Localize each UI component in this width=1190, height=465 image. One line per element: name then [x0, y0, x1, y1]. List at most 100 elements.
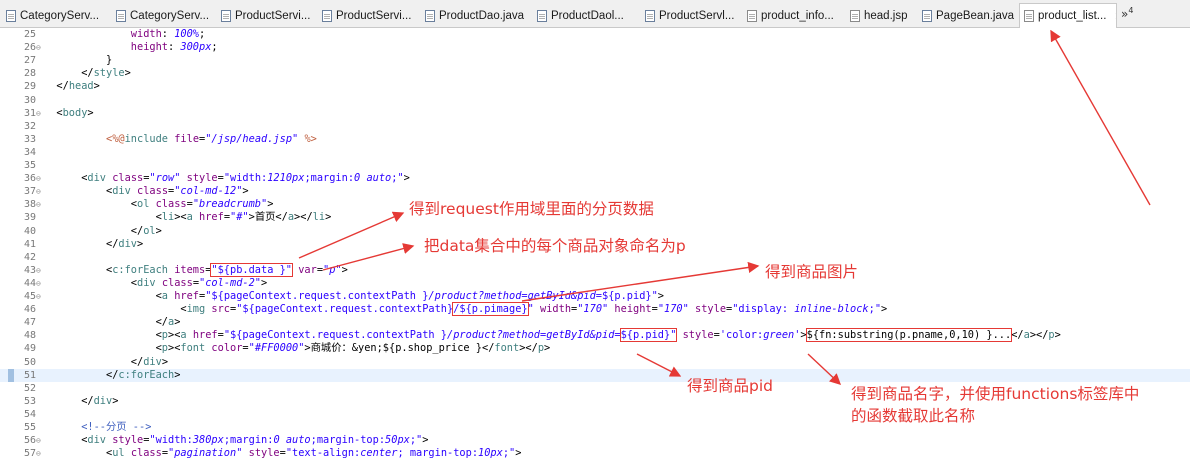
tab-label: ProductServi... [336, 9, 412, 22]
code-line[interactable]: 57 ⊖ <ul class="pagination" style="text-a… [0, 447, 1190, 460]
code-text[interactable]: <p><a href="${pageContext.request.contex… [44, 328, 1061, 343]
line-number: 32 [23, 120, 36, 132]
code-text[interactable]: } [44, 54, 112, 67]
code-line[interactable]: 30 [0, 94, 1190, 107]
line-number: 29 [23, 81, 36, 93]
line-number: 26 [23, 42, 36, 54]
code-line[interactable]: 44 ⊖ <div class="col-md-2"> [0, 277, 1190, 290]
code-line[interactable]: 33 <%@include file="/jsp/head.jsp" %> [0, 133, 1190, 146]
line-number: 35 [23, 160, 36, 171]
java-file-icon [221, 9, 231, 22]
editor-tab[interactable]: ProductDaol... [535, 4, 638, 27]
code-text[interactable]: <p><font color="#FF0000">商城价：&yen;${p.sh… [44, 342, 551, 355]
line-number: 34 [23, 146, 36, 158]
fold-toggle-icon[interactable]: ⊖ [36, 198, 44, 211]
code-text[interactable]: </div> [44, 356, 168, 369]
editor-tab[interactable]: CategoryServ... [4, 4, 107, 27]
code-text[interactable]: <body> [44, 107, 93, 120]
code-line[interactable]: 31 ⊖ <body> [0, 107, 1190, 120]
code-text[interactable]: <!--分页 --> [44, 421, 151, 434]
code-text[interactable]: </div> [44, 395, 118, 408]
code-text[interactable]: </style> [44, 67, 131, 80]
code-text[interactable]: <c:forEach items="${pb.data }" var="p"> [44, 262, 348, 277]
code-text[interactable]: </a> [44, 316, 181, 329]
code-text[interactable]: <img src="${pageContext.request.contextP… [44, 302, 887, 317]
fold-toggle-icon[interactable]: ⊖ [36, 434, 44, 447]
code-line[interactable]: 50 </div> [0, 356, 1190, 369]
code-line[interactable]: 32 [0, 120, 1190, 133]
code-line[interactable]: 37 ⊖ <div class="col-md-12"> [0, 185, 1190, 198]
code-text[interactable]: <ol class="breadcrumb"> [44, 198, 274, 211]
fold-toggle-icon[interactable]: ⊖ [36, 447, 44, 460]
code-line[interactable]: 25 width: 100%; [0, 28, 1190, 41]
code-text[interactable]: <li><a href="#">首页</a></li> [44, 211, 332, 224]
code-line[interactable]: 35 [0, 159, 1190, 172]
line-number: 25 [23, 29, 36, 40]
code-text[interactable]: <div style="width:380px;margin:0 auto;ma… [44, 434, 428, 447]
java-file-icon [425, 9, 435, 22]
line-number: 55 [23, 422, 36, 433]
code-text[interactable]: </head> [44, 80, 99, 93]
code-line[interactable]: 45 ⊖ <a href="${pageContext.request.conte… [0, 290, 1190, 303]
code-line[interactable]: 49 <p><font color="#FF0000">商城价：&yen;${p… [0, 342, 1190, 355]
editor-tab[interactable]: ProductServi... [320, 4, 423, 27]
code-line[interactable]: 48 <p><a href="${pageContext.request.con… [0, 328, 1190, 343]
editor-tab[interactable]: ProductDao.java [423, 4, 531, 27]
editor-tab[interactable]: CategoryServ... [114, 4, 217, 27]
code-text[interactable]: </c:forEach> [44, 369, 180, 382]
line-number: 56 [23, 435, 36, 447]
java-file-icon [116, 9, 126, 22]
editor-tab-active[interactable]: product_list... ✕ [1019, 3, 1117, 28]
tab-label: CategoryServ... [130, 9, 210, 22]
close-icon[interactable]: ✕ [1114, 10, 1116, 23]
fold-toggle-icon[interactable]: ⊖ [36, 41, 44, 54]
code-text[interactable]: <div class="row" style="width:1210px;mar… [44, 172, 410, 185]
code-text[interactable]: <a href="${pageContext.request.contextPa… [44, 290, 664, 303]
tab-overflow-button[interactable]: »4 [1121, 6, 1133, 21]
code-line[interactable]: 56 ⊖ <div style="width:380px;margin:0 aut… [0, 434, 1190, 447]
java-file-icon [537, 9, 547, 22]
code-text[interactable]: <div class="col-md-2"> [44, 277, 267, 290]
editor-tab[interactable]: head.jsp [848, 4, 928, 27]
line-number: 43 [23, 264, 36, 276]
code-line[interactable]: 26 ⊖ height: 300px; [0, 41, 1190, 54]
jsp-file-icon [850, 9, 860, 22]
code-text[interactable]: <%@include file="/jsp/head.jsp" %> [44, 133, 317, 146]
code-text[interactable]: <ul class="pagination" style="text-align… [44, 447, 521, 460]
editor-tab[interactable]: PageBean.java [920, 4, 1020, 27]
annotation-name-line1: 得到商品名字，并使用functions标签库中 [851, 385, 1140, 403]
fold-toggle-icon[interactable]: ⊖ [36, 185, 44, 198]
code-line[interactable]: 54 [0, 408, 1190, 421]
editor-tab[interactable]: ProductServl... [643, 4, 746, 27]
fold-toggle-icon[interactable]: ⊖ [36, 277, 44, 290]
fold-toggle-icon[interactable]: ⊖ [36, 172, 44, 185]
code-line[interactable]: 28 </style> [0, 67, 1190, 80]
tab-label: CategoryServ... [20, 9, 100, 22]
fold-toggle-icon[interactable]: ⊖ [36, 290, 44, 303]
code-line[interactable]: 47 </a> [0, 316, 1190, 329]
editor-tab[interactable]: product_info... [745, 4, 845, 27]
fold-toggle-icon[interactable]: ⊖ [36, 107, 44, 120]
editor-tab[interactable]: ProductServi... [219, 4, 322, 27]
code-line[interactable]: 55 <!--分页 --> [0, 421, 1190, 434]
line-number: 57 [23, 448, 36, 460]
code-text[interactable]: </div> [44, 238, 143, 251]
code-line[interactable]: 29 </head> [0, 80, 1190, 93]
line-number: 31 [23, 107, 36, 119]
code-line[interactable]: 27 } [0, 54, 1190, 67]
java-file-icon [6, 9, 16, 22]
code-line[interactable]: 34 [0, 146, 1190, 159]
code-line[interactable]: 36 ⊖ <div class="row" style="width:1210px… [0, 172, 1190, 185]
line-number: 42 [23, 251, 36, 263]
code-text[interactable]: height: 300px; [44, 41, 218, 54]
code-text[interactable]: </ol> [44, 225, 162, 238]
code-line[interactable]: 43 ⊖ <c:forEach items="${pb.data }" var="… [0, 262, 1190, 277]
line-number: 54 [23, 408, 36, 420]
code-line[interactable]: 51 </c:forEach> [0, 368, 1190, 382]
code-line[interactable]: 46 <img src="${pageContext.request.conte… [0, 302, 1190, 317]
fold-toggle-icon[interactable]: ⊖ [36, 264, 44, 277]
tab-label: ProductServi... [235, 9, 311, 22]
code-text[interactable]: width: 100%; [44, 28, 205, 41]
code-text[interactable]: <div class="col-md-12"> [44, 185, 249, 198]
line-number: 28 [23, 68, 36, 80]
